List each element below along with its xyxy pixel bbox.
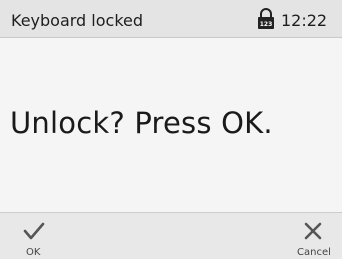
status-title: Keyboard locked (11, 11, 144, 30)
close-icon (302, 221, 324, 241)
ok-softkey-label: OK (26, 247, 41, 258)
cancel-softkey[interactable]: Cancel (267, 213, 337, 259)
ok-softkey[interactable]: OK (14, 213, 84, 259)
status-bar: Keyboard locked 123 12:22 (0, 0, 342, 38)
phone-screen: Keyboard locked 123 12:22 Unlock? Press … (0, 0, 342, 259)
main-content: Unlock? Press OK. (0, 38, 342, 212)
keypad-lock-icon: 123 (256, 8, 276, 30)
check-icon (23, 221, 45, 241)
cancel-softkey-label: Cancel (297, 247, 331, 258)
svg-text:123: 123 (260, 21, 273, 28)
status-time: 12:22 (281, 11, 328, 30)
softkey-bar: OK Cancel (0, 212, 342, 259)
unlock-prompt: Unlock? Press OK. (10, 106, 273, 140)
